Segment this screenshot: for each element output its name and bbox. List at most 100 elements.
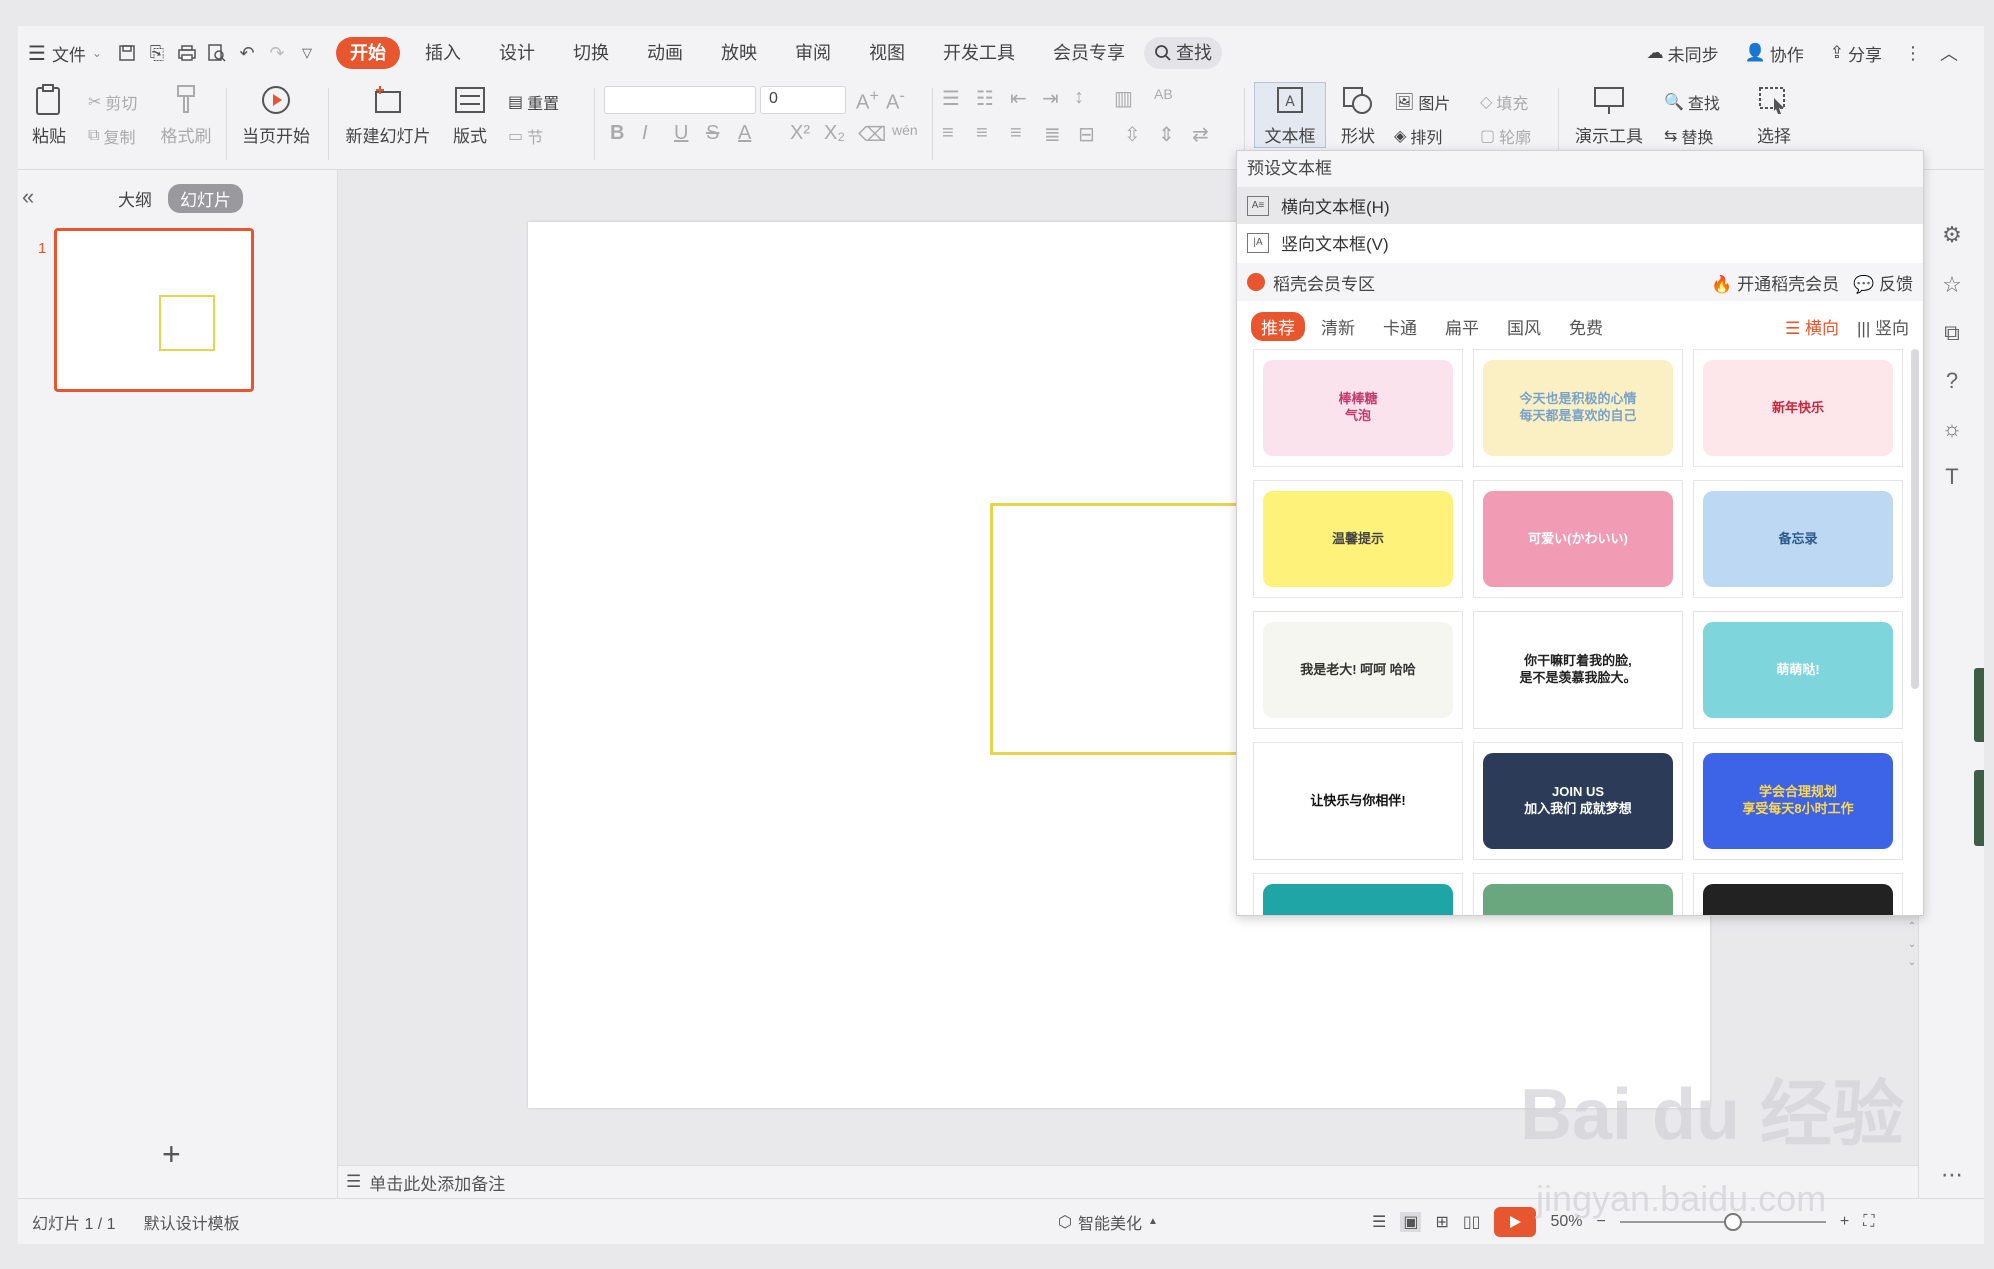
feedback-link[interactable]: 💬 反馈	[1853, 270, 1913, 295]
tab-insert[interactable]: 插入	[406, 37, 480, 69]
presentation-tools-button[interactable]: 演示工具	[1566, 84, 1652, 147]
side-tab[interactable]	[1974, 668, 1984, 742]
tab-outline[interactable]: 大纲	[118, 186, 152, 211]
from-current-button[interactable]: 当页开始	[236, 84, 316, 147]
arrange-button[interactable]: ◈ 排列	[1394, 124, 1442, 148]
select-button[interactable]: 选择	[1746, 84, 1802, 147]
line-spacing-icon[interactable]: ↕	[1074, 86, 1084, 109]
star-icon[interactable]: ☆	[1939, 272, 1965, 298]
template-card[interactable]: 你干嘛盯着我的脸, 是不是羡慕我脸大。	[1473, 611, 1683, 729]
font-size-select[interactable]: 0	[760, 86, 846, 114]
normal-view-icon[interactable]: ▣	[1400, 1211, 1422, 1232]
indent-icon[interactable]: ⇥	[1042, 86, 1059, 111]
template-card[interactable]: 棒棒糖 气泡	[1253, 349, 1463, 467]
template-card[interactable]: 工作任务太多搞不完怎么办	[1473, 873, 1683, 915]
format-painter-button[interactable]: 格式刷	[158, 84, 214, 147]
template-card[interactable]: 我是老大! 呵呵 哈哈	[1253, 611, 1463, 729]
category-cartoon[interactable]: 卡通	[1383, 314, 1417, 339]
template-name[interactable]: 默认设计模板	[130, 1210, 254, 1234]
template-card[interactable]: JOIN US 加入我们 成就梦想	[1473, 742, 1683, 860]
template-card[interactable]: 可爱い(かわいい)	[1473, 480, 1683, 598]
bullets-icon[interactable]: ☰	[942, 86, 960, 111]
textbox-button[interactable]: A 文本框	[1254, 84, 1326, 147]
font-name-select[interactable]	[604, 86, 756, 114]
underline-icon[interactable]: U	[674, 122, 688, 145]
collapse-ribbon-icon[interactable]: ︿	[1934, 38, 1964, 68]
new-slide-button[interactable]: 新建幻灯片	[340, 84, 436, 147]
orientation-horizontal[interactable]: ☰ 横向	[1785, 314, 1839, 339]
tab-design[interactable]: 设计	[480, 37, 554, 69]
align-left-icon[interactable]: ≡	[942, 122, 954, 145]
justify-icon[interactable]: ≣	[1044, 122, 1061, 147]
export-pdf-icon[interactable]: ⎘	[142, 38, 172, 68]
align-center-icon[interactable]: ≡	[976, 122, 988, 145]
shrink-font-icon[interactable]: A-	[886, 86, 905, 115]
grow-font-icon[interactable]: A+	[856, 86, 879, 115]
tab-slides[interactable]: 幻灯片	[168, 184, 243, 213]
copy-button[interactable]: ⧉ 复制	[88, 124, 135, 148]
tab-view[interactable]: 视图	[850, 37, 924, 69]
orientation-vertical[interactable]: ||| 竖向	[1857, 314, 1909, 339]
slide-sorter-icon[interactable]: ⊞	[1435, 1212, 1448, 1232]
template-card[interactable]: 学会合理规划 享受每天8小时工作	[1693, 742, 1903, 860]
section-button[interactable]: ▭ 节	[508, 124, 543, 148]
more-icon[interactable]: ⋯	[1939, 1162, 1965, 1188]
strikethrough-icon[interactable]: S	[706, 122, 719, 145]
template-card[interactable]: 新年快乐	[1693, 349, 1903, 467]
template-card[interactable]: 温馨提示	[1253, 480, 1463, 598]
columns-icon[interactable]: ▥	[1114, 86, 1133, 111]
collab-button[interactable]: 👤 协作	[1735, 36, 1814, 70]
fill-button[interactable]: ◇ 填充	[1480, 90, 1528, 114]
help-icon[interactable]: ?	[1939, 368, 1965, 394]
customize-toolbar-icon[interactable]: ▽	[292, 38, 322, 68]
text-direction-icon[interactable]: ⇄	[1192, 122, 1209, 147]
outdent-icon[interactable]: ⇤	[1010, 86, 1027, 111]
print-preview-icon[interactable]	[202, 38, 232, 68]
redo-icon[interactable]: ↷	[262, 38, 292, 68]
reading-view-icon[interactable]: ▯▯	[1463, 1212, 1481, 1232]
lightbulb-icon[interactable]: ☼	[1939, 416, 1965, 442]
reset-button[interactable]: ▤ 重置	[508, 90, 559, 114]
dropdown-scrollbar[interactable]	[1911, 349, 1919, 689]
phonetic-icon[interactable]: wén	[892, 122, 918, 138]
font-color-icon[interactable]: A	[738, 122, 751, 145]
distribute-icon[interactable]: ⊟	[1078, 122, 1095, 147]
add-slide-button[interactable]: +	[162, 1136, 181, 1173]
shape-button[interactable]: 形状	[1332, 84, 1384, 147]
play-slideshow-button[interactable]	[1494, 1206, 1537, 1237]
tab-transitions[interactable]: 切换	[554, 37, 628, 69]
layout-button[interactable]: 版式	[446, 84, 494, 147]
align-right-icon[interactable]: ≡	[1010, 122, 1022, 145]
bold-icon[interactable]: B	[610, 122, 624, 145]
find-button[interactable]: 🔍 查找	[1664, 90, 1720, 114]
save-icon[interactable]	[112, 38, 142, 68]
template-card[interactable]	[1693, 873, 1903, 915]
template-card[interactable]: 萌萌哒!	[1693, 611, 1903, 729]
tab-home[interactable]: 开始	[336, 37, 400, 69]
settings-sliders-icon[interactable]: ⚙	[1939, 222, 1965, 248]
template-card[interactable]	[1253, 873, 1463, 915]
vertical-align-icon[interactable]: ⇳	[1124, 122, 1141, 147]
canvas-scroll-arrows[interactable]: ⌃ ⌄ ⌄	[1906, 918, 1918, 972]
subscript-icon[interactable]: X₂	[824, 122, 845, 145]
numbering-icon[interactable]: ☷	[976, 86, 994, 111]
side-tab[interactable]	[1974, 770, 1984, 846]
category-fresh[interactable]: 清新	[1321, 314, 1355, 339]
copy-icon[interactable]: ⧉	[1939, 320, 1965, 346]
tab-developer[interactable]: 开发工具	[924, 37, 1034, 69]
paste-button[interactable]: 粘贴	[26, 84, 72, 147]
more-icon[interactable]: ⋮	[1898, 38, 1928, 68]
category-chinese-style[interactable]: 国风	[1507, 314, 1541, 339]
file-menu[interactable]: ☰ 文件 ⌄	[18, 36, 112, 70]
undo-icon[interactable]: ↶	[232, 38, 262, 68]
superscript-icon[interactable]: X²	[790, 122, 810, 145]
italic-icon[interactable]: I	[642, 122, 648, 145]
zoom-in-icon[interactable]: +	[1840, 1213, 1849, 1231]
beautify-button[interactable]: ⬡ 智能美化 ▲	[1058, 1210, 1158, 1234]
zoom-slider[interactable]	[1619, 1212, 1826, 1231]
picture-button[interactable]: 🖼 图片	[1394, 90, 1450, 114]
template-card[interactable]: 让快乐与你相伴!	[1253, 742, 1463, 860]
fit-window-icon[interactable]: ⛶	[1863, 1213, 1874, 1231]
text-effect-icon[interactable]: AB	[1154, 86, 1173, 102]
text-icon[interactable]: T	[1939, 464, 1965, 490]
